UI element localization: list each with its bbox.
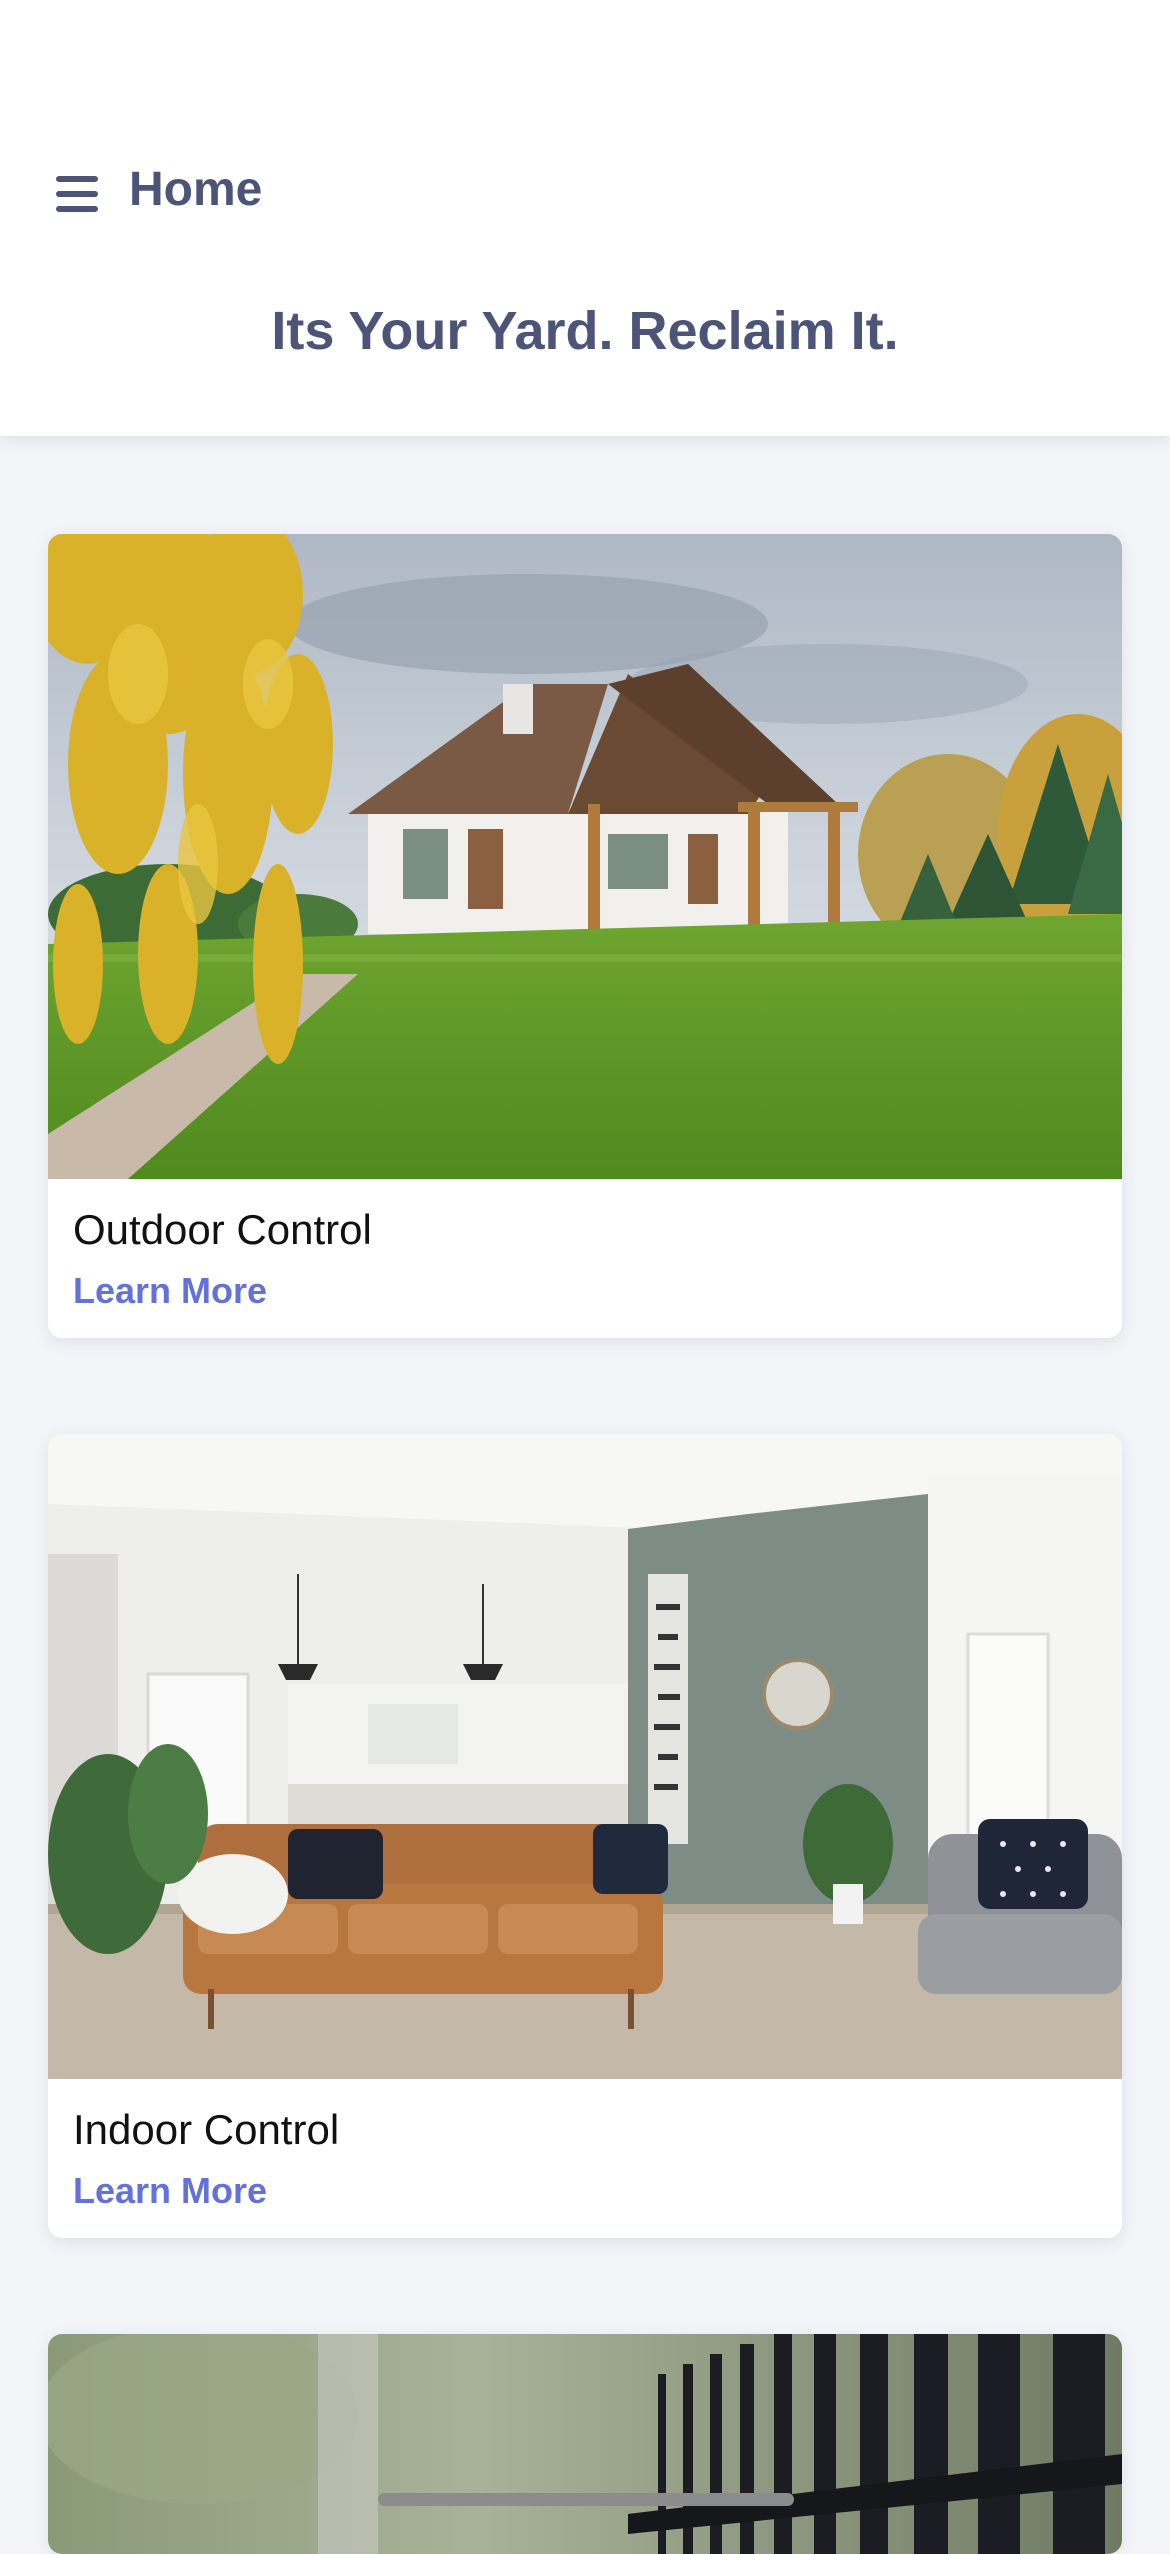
black-fence-photo [48, 2334, 1122, 2554]
learn-more-link[interactable]: Learn More [73, 1268, 267, 1314]
tagline: Its Your Yard. Reclaim It. [271, 301, 899, 361]
home-indicator [378, 2493, 794, 2506]
outdoor-control-card[interactable]: Outdoor Control Learn More [48, 534, 1122, 1338]
app-header: Home Its Your Yard. Reclaim It. [0, 0, 1170, 436]
card-title: Indoor Control [73, 2106, 340, 2153]
living-room-with-sofa-photo [48, 1434, 1122, 2079]
hamburger-menu-icon[interactable] [56, 176, 100, 212]
card-title: Outdoor Control [73, 1206, 372, 1253]
house-with-lawn-photo [48, 534, 1122, 1179]
learn-more-link[interactable]: Learn More [73, 2168, 267, 2214]
fence-card[interactable] [48, 2334, 1122, 2554]
indoor-control-card[interactable]: Indoor Control Learn More [48, 1434, 1122, 2238]
page-title: Home [129, 163, 263, 216]
